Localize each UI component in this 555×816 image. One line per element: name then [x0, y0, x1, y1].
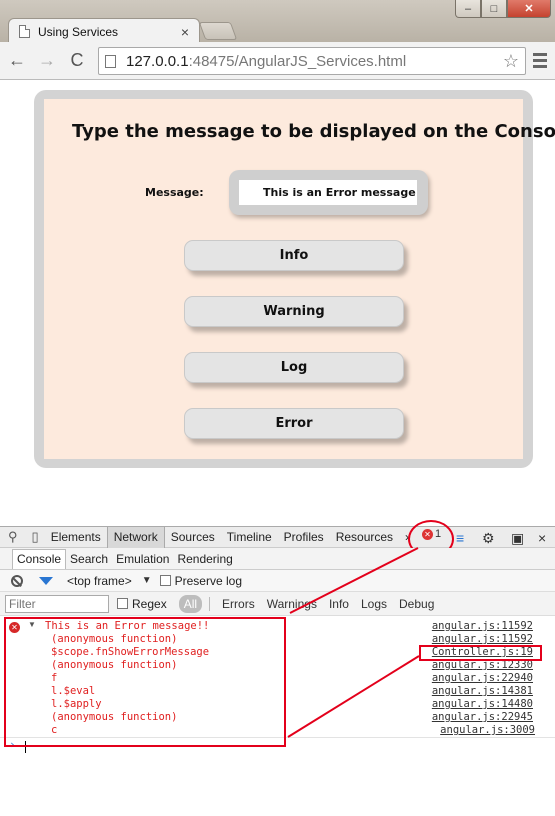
source-link[interactable]: angular.js:11592	[432, 633, 533, 645]
source-link[interactable]: angular.js:14381	[432, 685, 533, 697]
chevron-down-icon[interactable]: ▼	[142, 575, 152, 586]
preserve-log-checkbox[interactable]	[159, 575, 171, 586]
chrome-menu-icon[interactable]	[533, 53, 547, 71]
tab-title: Using Services	[38, 24, 119, 39]
maximize-button[interactable]: □	[481, 0, 507, 18]
inspect-search-icon[interactable]: ⚲	[8, 529, 18, 545]
error-button[interactable]: Error	[184, 408, 404, 439]
tab-resources[interactable]: Resources	[330, 527, 399, 548]
devtools-close-icon[interactable]: ×	[538, 530, 546, 546]
devtools-tabbar: ⚲ ▯ Elements Network Sources Timeline Pr…	[0, 526, 555, 548]
source-link[interactable]: angular.js:22945	[432, 711, 533, 723]
source-link[interactable]: angular.js:11592	[432, 620, 533, 632]
warning-button[interactable]: Warning	[184, 296, 404, 327]
tab-rendering[interactable]: Rendering	[173, 549, 236, 569]
message-input[interactable]	[239, 180, 417, 205]
window-controls: – □ ✕	[455, 0, 551, 18]
level-warnings[interactable]: Warnings	[267, 597, 317, 611]
regex-label: Regex	[132, 596, 167, 611]
page-icon	[19, 25, 30, 38]
page-heading: Type the message to be displayed on the …	[72, 121, 555, 142]
level-all[interactable]: All	[178, 594, 203, 613]
bookmark-star-icon[interactable]: ☆	[503, 51, 519, 72]
frame-selector[interactable]: <top frame>	[67, 574, 132, 588]
device-mode-icon[interactable]: ▯	[32, 529, 39, 545]
browser-tab[interactable]: Using Services ×	[8, 18, 200, 44]
browser-toolbar: ← → C 127.0.0.1:48475/AngularJS_Services…	[0, 42, 555, 80]
page-icon	[105, 54, 116, 68]
level-logs[interactable]: Logs	[361, 597, 387, 611]
preserve-log-label: Preserve log	[174, 573, 242, 588]
tab-close-icon[interactable]: ×	[181, 24, 189, 40]
url-path: :48475/AngularJS_Services.html	[188, 52, 407, 70]
url-host: 127.0.0.1	[126, 52, 189, 70]
tab-timeline[interactable]: Timeline	[221, 527, 278, 548]
regex-checkbox[interactable]	[117, 598, 128, 609]
message-label: Message:	[145, 186, 204, 199]
gear-icon[interactable]: ⚙	[482, 530, 495, 547]
tab-search[interactable]: Search	[66, 549, 112, 569]
drawer-toggle-icon[interactable]: ≡	[456, 530, 464, 546]
minimize-button[interactable]: –	[455, 0, 481, 18]
divider	[209, 596, 211, 611]
info-button[interactable]: Info	[184, 240, 404, 271]
source-link[interactable]: angular.js:22940	[432, 672, 533, 684]
annotation-box-source	[419, 645, 542, 661]
reload-icon[interactable]: C	[64, 48, 90, 74]
address-bar[interactable]: 127.0.0.1:48475/AngularJS_Services.html …	[98, 47, 526, 75]
console-toolbar: <top frame> ▼ Preserve log	[0, 570, 555, 592]
back-icon[interactable]: ←	[4, 48, 30, 74]
tab-network[interactable]: Network	[106, 526, 165, 548]
new-tab-button[interactable]	[198, 22, 238, 40]
source-link[interactable]: angular.js:14480	[432, 698, 533, 710]
filter-funnel-icon[interactable]	[39, 576, 53, 585]
annotation-box-stack	[4, 617, 286, 747]
source-link[interactable]: angular.js:3009	[440, 724, 535, 736]
tab-profiles[interactable]: Profiles	[278, 527, 330, 548]
tab-console[interactable]: Console	[12, 548, 67, 569]
drawer-tabbar: Console Search Emulation Rendering	[0, 548, 555, 570]
tab-elements[interactable]: Elements	[45, 527, 107, 548]
level-errors[interactable]: Errors	[222, 597, 255, 611]
tab-emulation[interactable]: Emulation	[112, 549, 173, 569]
clear-console-icon[interactable]	[11, 574, 23, 587]
form-panel	[44, 99, 523, 459]
console-filter-bar: Regex All Errors Warnings Info Logs Debu…	[0, 592, 555, 616]
close-window-button[interactable]: ✕	[507, 0, 551, 18]
dock-side-icon[interactable]: ▣	[511, 530, 524, 547]
tab-sources[interactable]: Sources	[165, 527, 221, 548]
forward-icon[interactable]: →	[34, 48, 60, 74]
filter-input[interactable]	[5, 594, 109, 613]
log-button[interactable]: Log	[184, 352, 404, 383]
level-debug[interactable]: Debug	[399, 597, 434, 611]
level-info[interactable]: Info	[329, 597, 349, 611]
url-text: 127.0.0.1:48475/AngularJS_Services.html	[126, 53, 406, 70]
